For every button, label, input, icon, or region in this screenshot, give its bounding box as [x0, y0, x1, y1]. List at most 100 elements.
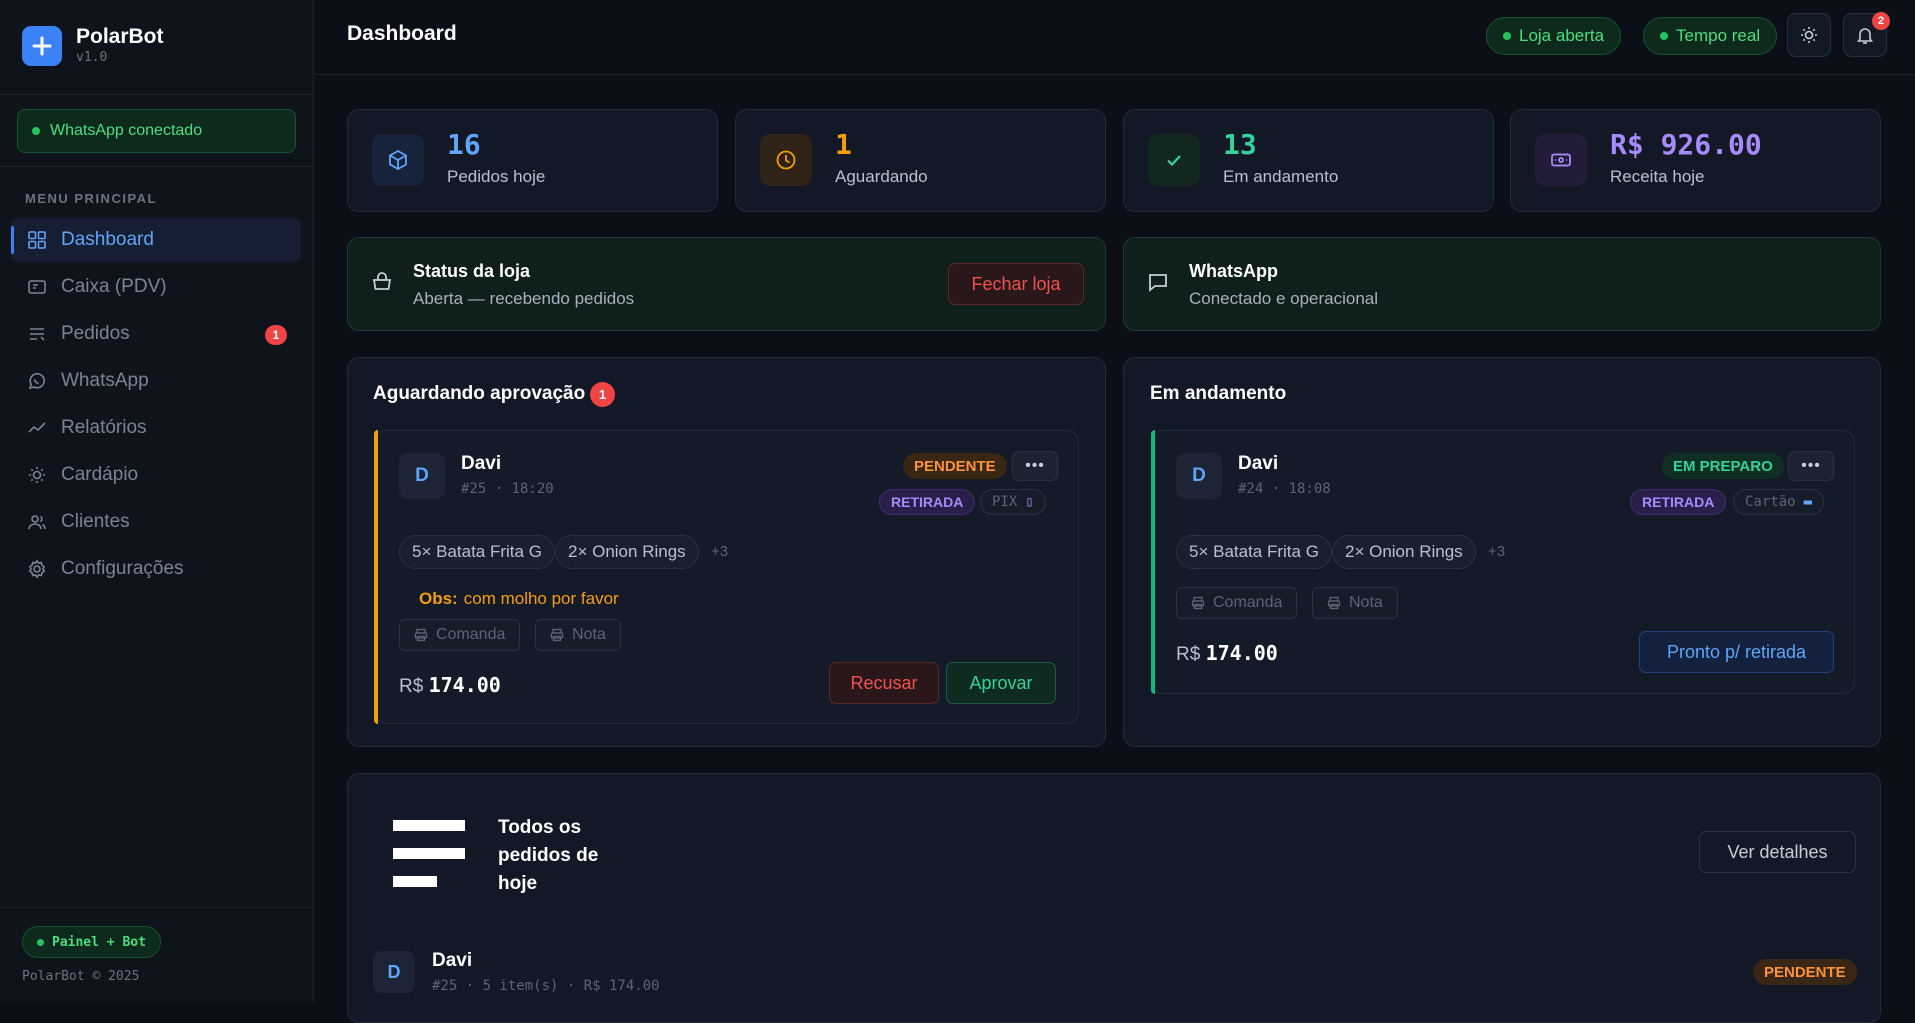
- all-orders-section: Todos os pedidos de hoje Ver detalhes D …: [347, 773, 1881, 1023]
- pending-count-badge: 1: [590, 382, 615, 407]
- whatsapp-card-subtitle: Conectado e operacional: [1189, 289, 1379, 308]
- store-open-pill[interactable]: Loja aberta: [1486, 17, 1622, 55]
- payment-text: PIX: [992, 494, 1018, 510]
- status-dot: [37, 938, 44, 946]
- printer-icon: [1327, 596, 1341, 610]
- approve-button[interactable]: Aprovar: [946, 662, 1056, 704]
- payment-badge: Cartão ▬: [1733, 489, 1825, 515]
- store-status-title: Status da loja: [413, 261, 531, 281]
- close-store-button[interactable]: Fechar loja: [948, 263, 1084, 305]
- realtime-pill[interactable]: Tempo real: [1643, 17, 1778, 55]
- box-icon: [372, 134, 424, 186]
- more-options-button[interactable]: •••: [1788, 451, 1834, 481]
- divider: [0, 166, 314, 167]
- gear-icon: [28, 559, 46, 579]
- credit-card-icon: ▬: [1803, 494, 1813, 510]
- stat-card-in-progress: 13 Em andamento: [1123, 109, 1494, 212]
- store-status-subtitle: Aberta — recebendo pedidos: [413, 289, 635, 308]
- order-observation: Obs: com molho por favor: [419, 589, 619, 609]
- whatsapp-icon: [28, 372, 45, 390]
- total-value: 174.00: [428, 673, 501, 697]
- order-type-badge: RETIRADA: [879, 489, 976, 515]
- view-details-button[interactable]: Ver detalhes: [1699, 831, 1856, 873]
- stat-card-orders-today: 16 Pedidos hoje: [347, 109, 718, 212]
- stat-label: Receita hoje: [1610, 167, 1705, 186]
- sidebar-item-caixa[interactable]: Caixa (PDV): [11, 265, 301, 309]
- sidebar-item-cardapio[interactable]: Cardápio: [11, 453, 301, 497]
- sidebar-item-configuracoes[interactable]: Configurações: [11, 547, 301, 591]
- print-comanda-button[interactable]: Comanda: [399, 619, 521, 651]
- avatar: D: [373, 951, 415, 993]
- print-comanda-label: Comanda: [436, 626, 506, 643]
- sidebar-item-whatsapp[interactable]: WhatsApp: [11, 359, 301, 403]
- print-nota-label: Nota: [572, 626, 606, 643]
- sun-icon: [1801, 27, 1817, 43]
- currency: R$: [1176, 644, 1201, 665]
- stat-value: 16: [447, 128, 481, 161]
- sidebar-item-clientes[interactable]: Clientes: [11, 500, 301, 544]
- in-progress-section: Em andamento D Davi #24 · 18:08 EM PREPA…: [1123, 357, 1881, 747]
- plus-logo-icon: [22, 26, 62, 66]
- section-title: Todos os pedidos de hoje: [498, 817, 599, 894]
- status-dot: [1503, 32, 1511, 40]
- print-comanda-button[interactable]: Comanda: [1176, 587, 1298, 619]
- payment-text: Cartão: [1745, 494, 1796, 510]
- printer-icon: [414, 628, 428, 642]
- check-icon: [1148, 134, 1200, 186]
- print-nota-button[interactable]: Nota: [535, 619, 621, 651]
- order-card-pending[interactable]: D Davi #25 · 18:20 PENDENTE ••• RETIRADA…: [374, 430, 1079, 724]
- bell-icon: [1856, 28, 1874, 44]
- whatsapp-status-text: WhatsApp conectado: [50, 122, 203, 139]
- printer-icon: [1191, 596, 1205, 610]
- menu-title: MENU PRINCIPAL: [25, 191, 157, 206]
- order-card-in-progress[interactable]: D Davi #24 · 18:08 EM PREPARO ••• RETIRA…: [1151, 430, 1855, 694]
- order-item-chip: 2× Onion Rings: [1332, 535, 1476, 569]
- order-meta: #25 · 5 item(s) · R$ 174.00: [432, 978, 660, 994]
- whatsapp-status-card: WhatsApp Conectado e operacional: [1123, 237, 1881, 331]
- stat-label: Aguardando: [835, 167, 928, 186]
- pix-phone-icon: ▯: [1025, 494, 1034, 510]
- status-dot: [32, 127, 40, 135]
- status-badge: PENDENTE: [903, 453, 1007, 479]
- obs-text: com molho por favor: [463, 589, 619, 608]
- print-nota-label: Nota: [1349, 594, 1383, 611]
- topbar: Dashboard Loja aberta Tempo real 2: [315, 0, 1915, 75]
- clock-icon: [760, 134, 812, 186]
- page-title: Dashboard: [347, 22, 457, 45]
- sidebar-item-label: Dashboard: [61, 229, 154, 250]
- order-item-chip: 5× Batata Frita G: [399, 535, 555, 569]
- store-open-text: Loja aberta: [1519, 26, 1605, 45]
- brand[interactable]: PolarBot v1.0: [22, 25, 164, 67]
- avatar: D: [1176, 453, 1222, 499]
- more-items-count: +3: [711, 543, 729, 560]
- total-value: 174.00: [1205, 641, 1278, 665]
- sidebar-item-pedidos[interactable]: Pedidos 1: [11, 312, 301, 356]
- avatar: D: [399, 453, 445, 499]
- print-nota-button[interactable]: Nota: [1312, 587, 1398, 619]
- main-menu: Dashboard Caixa (PDV) Pedidos 1 WhatsApp…: [11, 218, 301, 594]
- more-options-button[interactable]: •••: [1012, 451, 1058, 481]
- realtime-text: Tempo real: [1676, 26, 1761, 45]
- notifications-button[interactable]: 2: [1843, 12, 1890, 57]
- sidebar-item-label: Caixa (PDV): [61, 276, 167, 297]
- print-comanda-label: Comanda: [1213, 594, 1283, 611]
- sidebar-item-relatorios[interactable]: Relatórios: [11, 406, 301, 450]
- sidebar-item-label: Pedidos: [61, 323, 130, 344]
- sidebar-item-dashboard[interactable]: Dashboard: [11, 218, 301, 262]
- theme-toggle-button[interactable]: [1787, 13, 1831, 57]
- ready-for-pickup-button[interactable]: Pronto p/ retirada: [1639, 631, 1834, 673]
- chart-line-icon: [28, 422, 46, 433]
- currency: R$: [399, 676, 424, 697]
- sidebar-item-label: Relatórios: [61, 417, 147, 438]
- brand-version: v1.0: [76, 50, 108, 65]
- users-icon: [28, 515, 46, 530]
- list-icon: [393, 820, 465, 897]
- pending-approval-section: Aguardando aprovação 1 D Davi #25 · 18:2…: [347, 357, 1106, 747]
- reject-button[interactable]: Recusar: [829, 662, 939, 704]
- grid-icon: [28, 231, 46, 249]
- order-total: R$ 174.00: [1176, 641, 1278, 666]
- sidebar-item-label: WhatsApp: [61, 370, 149, 391]
- stat-value: 13: [1223, 128, 1257, 161]
- order-item-chip: 5× Batata Frita G: [1176, 535, 1332, 569]
- stat-label: Pedidos hoje: [447, 167, 546, 186]
